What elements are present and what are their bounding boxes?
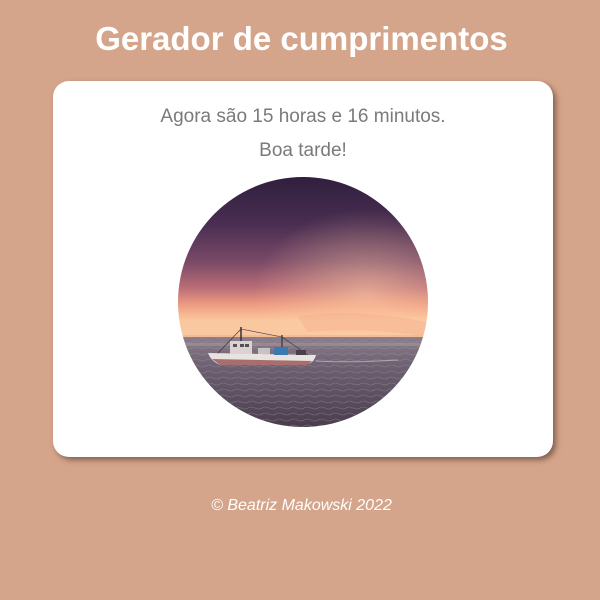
horizon-line — [178, 335, 428, 337]
page-title: Gerador de cumprimentos — [95, 20, 508, 57]
page-footer: © Beatriz Makowski 2022 — [0, 496, 600, 516]
time-message: Agora são 15 horas e 16 minutos. — [160, 106, 446, 127]
copyright-credit: © Beatriz Makowski 2022 — [211, 497, 392, 514]
greeting-message: Boa tarde! — [259, 140, 347, 161]
page-header: Gerador de cumprimentos — [0, 0, 600, 80]
greeting-card: Agora são 15 horas e 16 minutos. Boa tar… — [53, 81, 553, 457]
sunset-photo-illustration — [178, 177, 428, 427]
fishing-boat-sunset-photo — [178, 177, 428, 427]
